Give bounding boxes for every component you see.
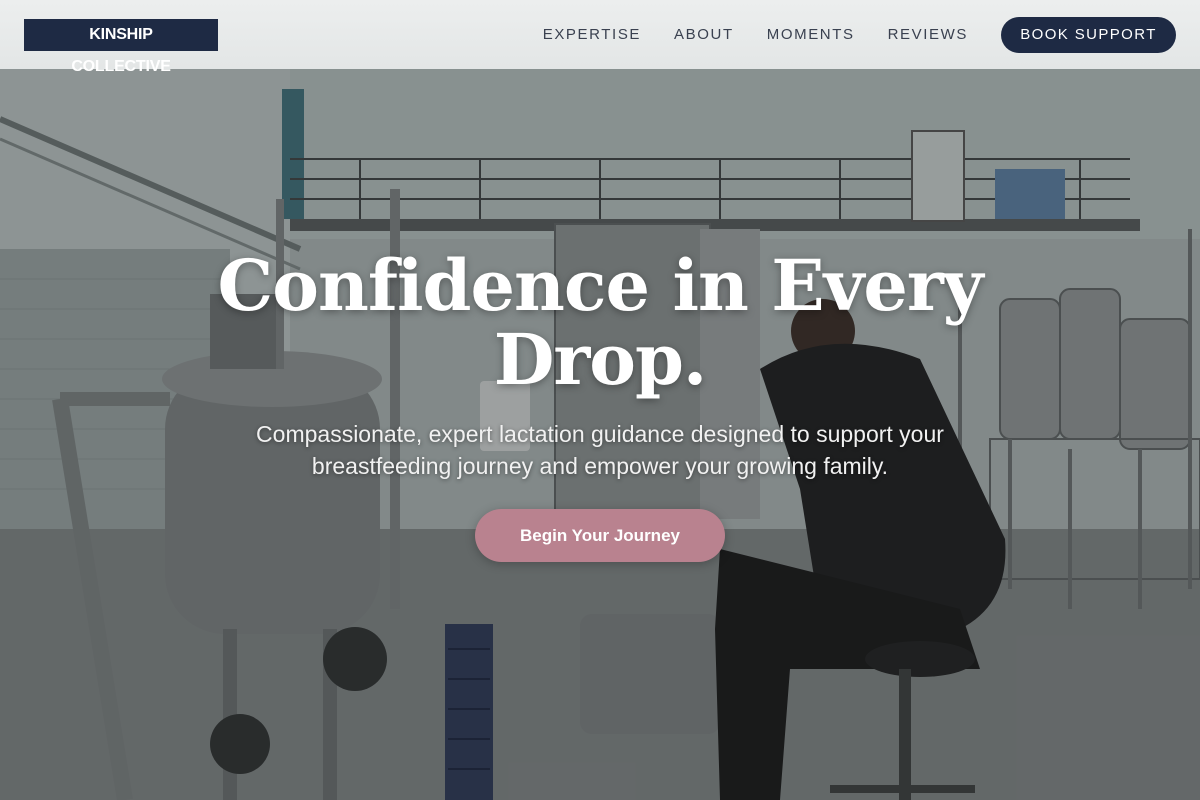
nav-link-reviews[interactable]: REVIEWS [888,26,968,43]
brand-logo[interactable]: KINSHIP COLLECTIVE [24,18,218,75]
hero-section: Confidence in Every Drop. Compassionate,… [0,69,1200,800]
nav-link-expertise[interactable]: EXPERTISE [543,26,641,43]
site-header: KINSHIP COLLECTIVE EXPERTISE ABOUT MOMEN… [0,0,1200,75]
main-nav: EXPERTISE ABOUT MOMENTS REVIEWS BOOK SUP… [543,16,1176,53]
nav-link-moments[interactable]: MOMENTS [767,26,855,43]
book-support-button[interactable]: BOOK SUPPORT [1001,16,1176,53]
hero-subheadline: Compassionate, expert lactation guidance… [256,421,944,479]
hero-headline: Confidence in Every Drop. [217,244,984,401]
begin-journey-button[interactable]: Begin Your Journey [475,509,725,562]
hero-content: Confidence in Every Drop. Compassionate,… [0,69,1200,800]
nav-link-about[interactable]: ABOUT [674,26,734,43]
